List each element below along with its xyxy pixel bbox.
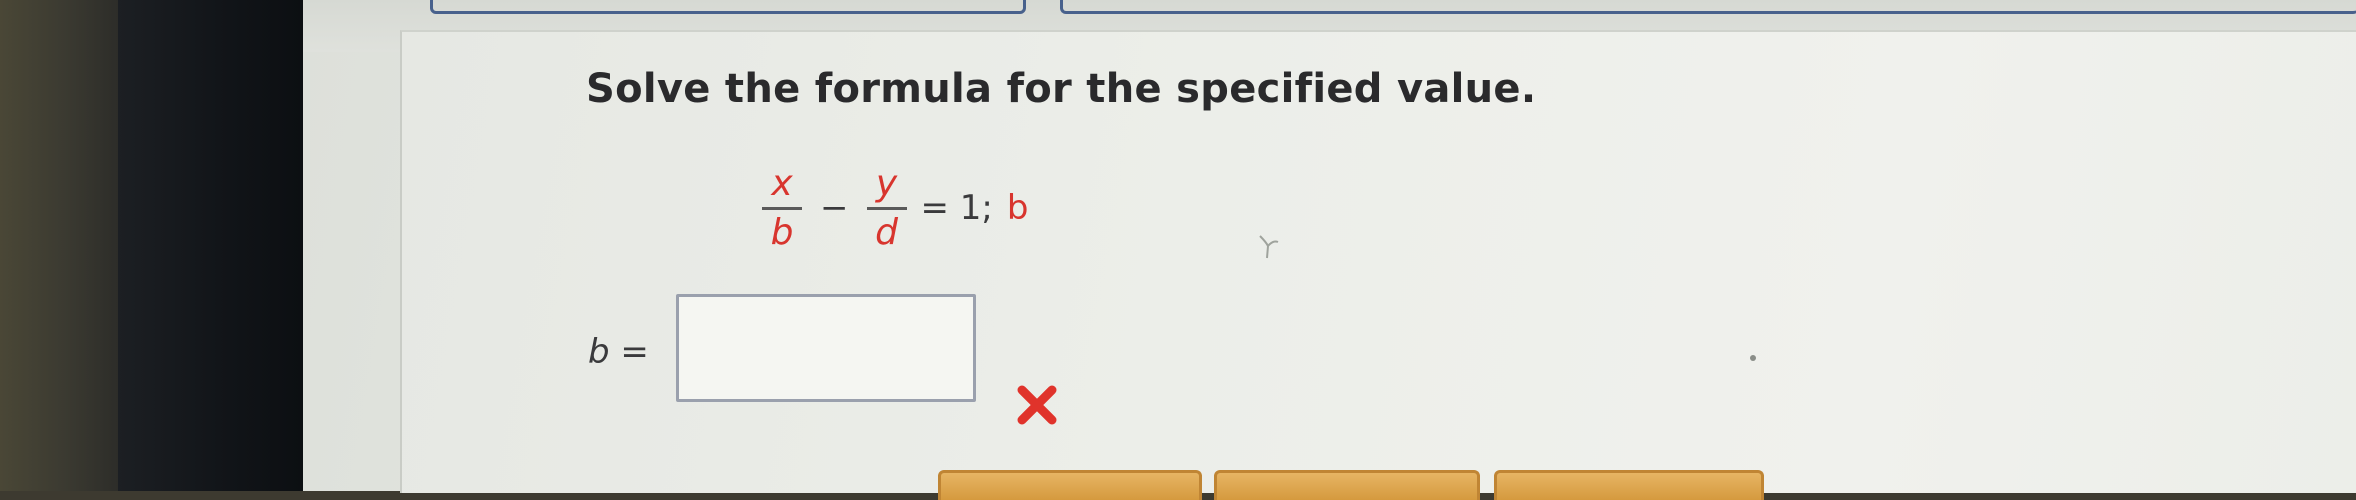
top-tab-right[interactable] (1060, 0, 2356, 14)
fraction-denominator: b (770, 211, 794, 253)
fraction-y-over-d: y d (866, 162, 907, 253)
footer-button-3[interactable] (1494, 470, 1764, 500)
monitor-bezel-inner (118, 0, 303, 491)
equation-rhs: = 1; (920, 188, 993, 228)
answer-equals: = (620, 332, 649, 372)
fraction-bar (762, 206, 802, 210)
footer-button-1[interactable] (938, 470, 1202, 500)
pen-mark-icon (1259, 235, 1279, 259)
minus-operator: − (820, 188, 849, 228)
answer-label: b = (588, 332, 649, 372)
fraction-bar (866, 206, 907, 210)
fraction-x-over-b: x b (762, 162, 802, 253)
solve-for-variable: b (1006, 188, 1029, 228)
screen-speck (1750, 355, 1756, 361)
answer-variable: b (588, 332, 610, 372)
answer-input[interactable] (676, 294, 976, 402)
monitor-bezel-left (0, 0, 118, 491)
fraction-denominator: d (875, 211, 898, 253)
formula: x b − y d = 1; b (758, 158, 1028, 258)
red-x-icon (1017, 385, 1057, 425)
fraction-numerator: y (875, 162, 898, 204)
top-tab-left[interactable] (430, 0, 1026, 14)
question-instruction: Solve the formula for the specified valu… (586, 66, 1537, 112)
fraction-numerator: x (771, 162, 793, 204)
footer-button-2[interactable] (1214, 470, 1480, 500)
